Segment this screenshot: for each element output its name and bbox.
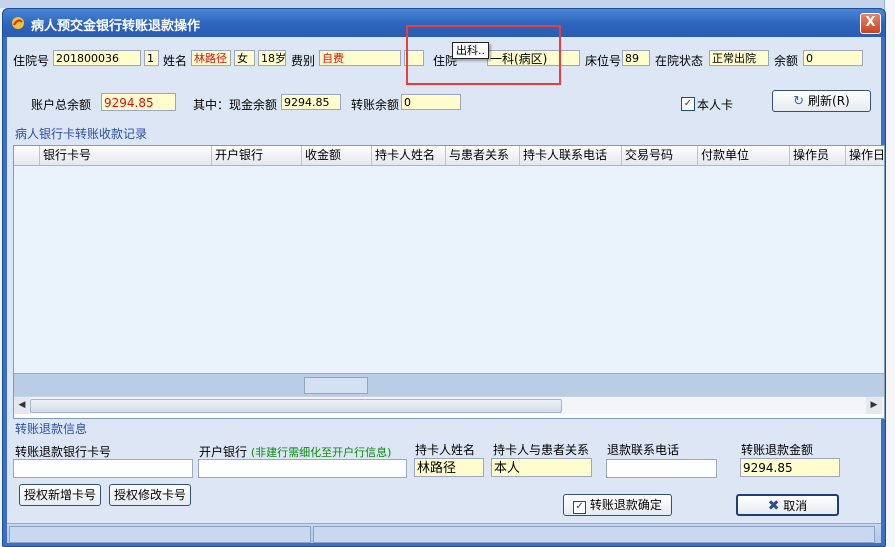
name-label: 姓名 [163, 54, 188, 68]
self-card-checkbox[interactable]: ✓ [681, 97, 695, 111]
status-field[interactable]: 正常出院 [709, 50, 769, 66]
fee-type-label: 费别 [291, 54, 316, 68]
records-table: 银行卡号 开户银行 收金额 持卡人姓名 与患者关系 持卡人联系电话 交易号码 付… [13, 145, 885, 419]
column-header[interactable]: 持卡人姓名 [372, 146, 446, 165]
refund-phone-input[interactable] [606, 459, 717, 478]
scroll-thumb[interactable] [30, 399, 562, 413]
gender-field[interactable]: 女 [234, 50, 255, 66]
column-header[interactable]: 持卡人联系电话 [520, 146, 622, 165]
refund-holder-label: 持卡人姓名 [415, 443, 476, 457]
refund-bank-hint: (非建行需细化至开户行信息) [250, 446, 392, 459]
refund-amount-label: 转账退款金额 [741, 443, 814, 457]
name-field[interactable]: 林路径 [191, 50, 231, 66]
authorize-new-card-button[interactable]: 授权新增卡号 [19, 484, 101, 506]
self-card-label: 本人卡 [697, 98, 734, 112]
status-bar-cell [9, 526, 311, 543]
cancel-x-icon: ✖ [767, 498, 780, 514]
cash-balance-label: 其中：现金余额 [193, 98, 278, 112]
scroll-left-icon[interactable]: ◀ [14, 397, 30, 414]
refresh-button[interactable]: ↻ 刷新(R) [772, 90, 871, 112]
refund-bank-input[interactable] [198, 459, 407, 478]
refund-group-title: 转账退款信息 [15, 422, 88, 436]
inpatient-no-label: 住院号 [13, 54, 50, 68]
refund-card-label: 转账退款银行卡号 [15, 445, 112, 459]
column-header[interactable]: 付款单位 [698, 146, 790, 165]
records-table-body[interactable] [14, 166, 884, 373]
column-header[interactable]: 操作日 [846, 146, 884, 165]
refund-phone-label: 退款联系电话 [607, 443, 680, 457]
scroll-right-icon[interactable]: ▶ [866, 397, 882, 414]
row-indicator-header [14, 146, 40, 165]
balance-label: 余额 [774, 54, 799, 68]
horizontal-scrollbar[interactable]: ◀ ▶ [14, 396, 884, 414]
status-bar-cell [313, 526, 875, 543]
refund-relation-label: 持卡人与患者关系 [493, 443, 590, 457]
column-header[interactable]: 交易号码 [622, 146, 698, 165]
account-total-field[interactable]: 9294.85 [101, 93, 176, 111]
ward-tooltip: 出科.. [452, 42, 489, 59]
refund-dialog: 病人预交金银行转账退款操作 X 住院号 201800036 1 姓名 林路径 女… [2, 8, 886, 547]
refund-bank-label-text: 开户银行 [199, 445, 248, 459]
inpatient-no-field[interactable]: 201800036 [53, 50, 141, 66]
bed-field[interactable]: 89 [622, 50, 650, 66]
inpatient-seq-field[interactable]: 1 [144, 50, 159, 66]
transfer-balance-field[interactable]: 0 [401, 94, 461, 110]
column-header[interactable]: 开户银行 [212, 146, 302, 165]
refund-holder-field[interactable]: 林路径 [414, 458, 484, 477]
app-icon [12, 17, 24, 29]
column-header[interactable]: 收金额 [302, 146, 372, 165]
refund-amount-field[interactable]: 9294.85 [740, 458, 840, 477]
cash-balance-field[interactable]: 9294.85 [281, 94, 341, 110]
cancel-button[interactable]: ✖ 取消 [736, 494, 839, 516]
column-header[interactable]: 操作员 [790, 146, 846, 165]
refund-relation-field[interactable]: 本人 [491, 458, 592, 477]
records-group-title: 病人银行卡转账收款记录 [15, 127, 148, 141]
refund-bank-label: 开户银行 (非建行需细化至开户行信息) [199, 443, 391, 460]
status-label: 在院状态 [655, 54, 704, 68]
close-button[interactable]: X [860, 13, 881, 34]
column-header[interactable]: 银行卡号 [40, 146, 212, 165]
confirm-refund-button[interactable]: ✓ 转账退款确定 [563, 494, 672, 516]
window-title: 病人预交金银行转账退款操作 [31, 19, 201, 34]
cancel-button-label: 取消 [783, 499, 808, 513]
transfer-balance-label: 转账余额 [351, 98, 400, 112]
refresh-button-label: 刷新(R) [808, 94, 850, 108]
authorize-edit-card-button[interactable]: 授权修改卡号 [109, 484, 191, 506]
refund-card-input[interactable] [13, 459, 193, 478]
confirm-refund-label: 转账退款确定 [589, 498, 662, 512]
fee-type-field[interactable]: 自费 [319, 50, 401, 66]
age-field[interactable]: 18岁 [258, 50, 286, 66]
bed-label: 床位号 [585, 54, 622, 68]
column-header[interactable]: 与患者关系 [446, 146, 520, 165]
balance-field[interactable]: 0 [803, 50, 863, 66]
confirm-check-icon: ✓ [573, 501, 587, 514]
dialog-body: 住院号 201800036 1 姓名 林路径 女 18岁 费别 自费 住院 一科… [7, 37, 885, 543]
footer-total-cell [304, 377, 368, 394]
account-total-label: 账户总余额 [31, 98, 92, 112]
records-table-header: 银行卡号 开户银行 收金额 持卡人姓名 与患者关系 持卡人联系电话 交易号码 付… [14, 146, 884, 166]
records-table-footer [14, 373, 884, 396]
refresh-icon: ↻ [793, 94, 805, 109]
background-toolbar [0, 0, 895, 8]
status-bar [7, 523, 881, 543]
